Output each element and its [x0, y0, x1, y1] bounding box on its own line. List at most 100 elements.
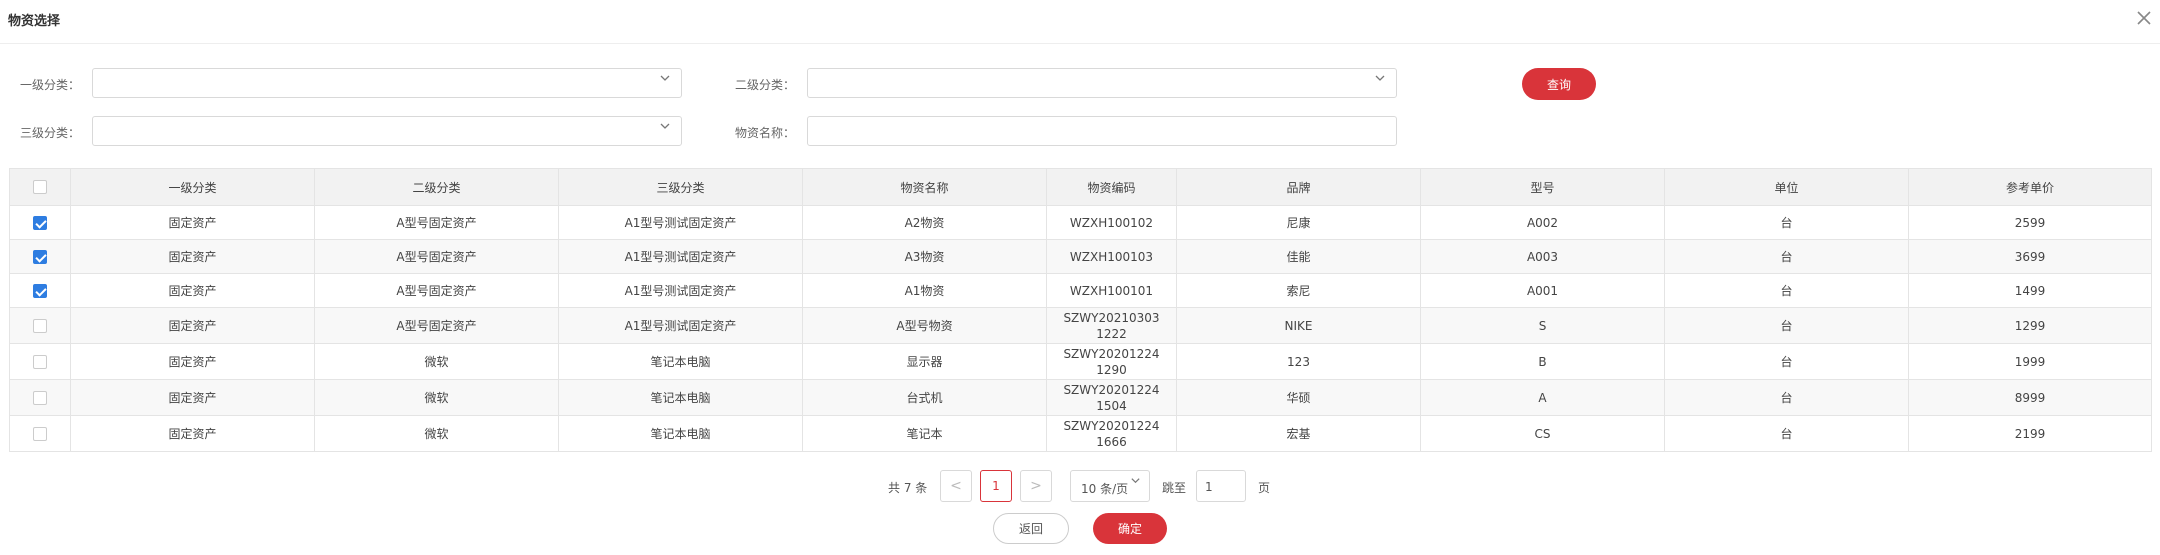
row-checkbox[interactable]	[33, 250, 47, 264]
table-row[interactable]: 固定资产 A型号固定资产 A1型号测试固定资产 A3物资 WZXH100103 佳能 A00…	[9, 239, 2152, 274]
back-button[interactable]: 返回	[993, 513, 1069, 544]
page-suffix: 页	[1258, 481, 1271, 495]
table-cell: 微软	[314, 343, 559, 380]
table-cell: 佳能	[1176, 239, 1421, 274]
table-cell: 台	[1664, 273, 1909, 308]
select-all-checkbox[interactable]	[33, 180, 47, 195]
table-cell: 台	[1664, 239, 1909, 274]
query-button[interactable]: 查询	[1522, 68, 1596, 100]
chevron-down-icon	[1375, 75, 1385, 81]
row-checkbox[interactable]	[33, 284, 47, 298]
row-select-cell[interactable]	[9, 307, 71, 344]
table-cell: WZXH100101	[1046, 273, 1177, 308]
table-cell: A2物资	[802, 205, 1047, 240]
chevron-down-icon	[1131, 478, 1140, 484]
table-row[interactable]: 固定资产 A型号固定资产 A1型号测试固定资产 A1物资 WZXH100101 索尼 A00…	[9, 273, 2152, 308]
table-cell: 8999	[1908, 379, 2152, 416]
table-cell: A001	[1420, 273, 1665, 308]
table-cell: NIKE	[1176, 307, 1421, 344]
row-checkbox[interactable]	[33, 319, 47, 333]
table-cell: A型号固定资产	[314, 239, 559, 274]
row-checkbox[interactable]	[33, 427, 47, 441]
select-all-cell[interactable]	[9, 168, 71, 206]
row-checkbox[interactable]	[33, 216, 47, 230]
chevron-down-icon	[660, 75, 670, 81]
table-cell: 123	[1176, 343, 1421, 380]
total-count: 共 7 条	[888, 481, 928, 495]
close-button[interactable]	[2134, 8, 2154, 28]
table-cell: 笔记本电脑	[558, 343, 803, 380]
level1-select[interactable]	[92, 68, 682, 98]
row-select-cell[interactable]	[9, 273, 71, 308]
name-input[interactable]	[807, 116, 1397, 146]
row-select-cell[interactable]	[9, 343, 71, 380]
table-cell: SZWY20210303 1222	[1046, 307, 1177, 344]
column-header: 一级分类	[70, 168, 315, 206]
jump-label: 跳至	[1162, 481, 1187, 495]
column-header: 单位	[1664, 168, 1909, 206]
table-cell: 显示器	[802, 343, 1047, 380]
confirm-button[interactable]: 确定	[1093, 513, 1167, 544]
table-cell: 笔记本	[802, 415, 1047, 452]
row-select-cell[interactable]	[9, 205, 71, 240]
table-cell: 固定资产	[70, 415, 315, 452]
page-size-select[interactable]: 10 条/页	[1070, 470, 1150, 502]
table-cell: 1999	[1908, 343, 2152, 380]
prev-page-button[interactable]: <	[940, 470, 972, 502]
table-cell: 微软	[314, 379, 559, 416]
table-cell: 笔记本电脑	[558, 415, 803, 452]
table-cell: A1物资	[802, 273, 1047, 308]
row-select-cell[interactable]	[9, 415, 71, 452]
table-cell: A型号固定资产	[314, 273, 559, 308]
table-cell: 1299	[1908, 307, 2152, 344]
table-row[interactable]: 固定资产 A型号固定资产 A1型号测试固定资产 A2物资 WZXH100102 尼康 A00…	[9, 205, 2152, 240]
table-cell: 固定资产	[70, 379, 315, 416]
table-row[interactable]: 固定资产 微软 笔记本电脑 台式机 SZWY20201224 1504 华硕 A 台 8999	[9, 379, 2152, 416]
table-cell: 台	[1664, 307, 1909, 344]
table-cell: B	[1420, 343, 1665, 380]
column-header: 三级分类	[558, 168, 803, 206]
table-cell: 台	[1664, 379, 1909, 416]
table-cell: 3699	[1908, 239, 2152, 274]
level1-label: 一级分类：	[20, 78, 81, 92]
table-cell: A1型号测试固定资产	[558, 307, 803, 344]
table-cell: WZXH100103	[1046, 239, 1177, 274]
row-select-cell[interactable]	[9, 239, 71, 274]
table-cell: A型号物资	[802, 307, 1047, 344]
jump-page-input[interactable]: 1	[1196, 470, 1246, 502]
level2-select[interactable]	[807, 68, 1397, 98]
table-cell: 台	[1664, 205, 1909, 240]
pagination: 共 7 条 < 1 > 10 条/页 跳至 1 页	[0, 470, 2160, 502]
table-cell: 固定资产	[70, 239, 315, 274]
row-select-cell[interactable]	[9, 379, 71, 416]
table-cell: 台式机	[802, 379, 1047, 416]
table-cell: SZWY20201224 1504	[1046, 379, 1177, 416]
table-cell: 台	[1664, 415, 1909, 452]
close-icon	[2137, 11, 2151, 25]
column-header: 型号	[1420, 168, 1665, 206]
table-cell: 1499	[1908, 273, 2152, 308]
next-page-button[interactable]: >	[1020, 470, 1052, 502]
table-row[interactable]: 固定资产 微软 笔记本电脑 显示器 SZWY20201224 1290 123 B 台 1999	[9, 343, 2152, 380]
table-cell: A1型号测试固定资产	[558, 239, 803, 274]
table-cell: 华硕	[1176, 379, 1421, 416]
table-cell: 宏基	[1176, 415, 1421, 452]
table-cell: 固定资产	[70, 273, 315, 308]
table-cell: A3物资	[802, 239, 1047, 274]
row-checkbox[interactable]	[33, 355, 47, 369]
page-number-button[interactable]: 1	[980, 470, 1012, 502]
table-row[interactable]: 固定资产 微软 笔记本电脑 笔记本 SZWY20201224 1666 宏基 CS 台 2199	[9, 415, 2152, 452]
table-row[interactable]: 固定资产 A型号固定资产 A1型号测试固定资产 A型号物资 SZWY20210303 1…	[9, 307, 2152, 344]
column-header: 二级分类	[314, 168, 559, 206]
table-cell: SZWY20201224 1290	[1046, 343, 1177, 380]
table-cell: 2599	[1908, 205, 2152, 240]
level3-select[interactable]	[92, 116, 682, 146]
table-cell: 索尼	[1176, 273, 1421, 308]
dialog-header: 物资选择	[0, 0, 2160, 44]
level3-label: 三级分类：	[20, 126, 81, 140]
table-cell: 台	[1664, 343, 1909, 380]
table-cell: A003	[1420, 239, 1665, 274]
row-checkbox[interactable]	[33, 391, 47, 405]
column-header: 品牌	[1176, 168, 1421, 206]
column-header: 物资名称	[802, 168, 1047, 206]
